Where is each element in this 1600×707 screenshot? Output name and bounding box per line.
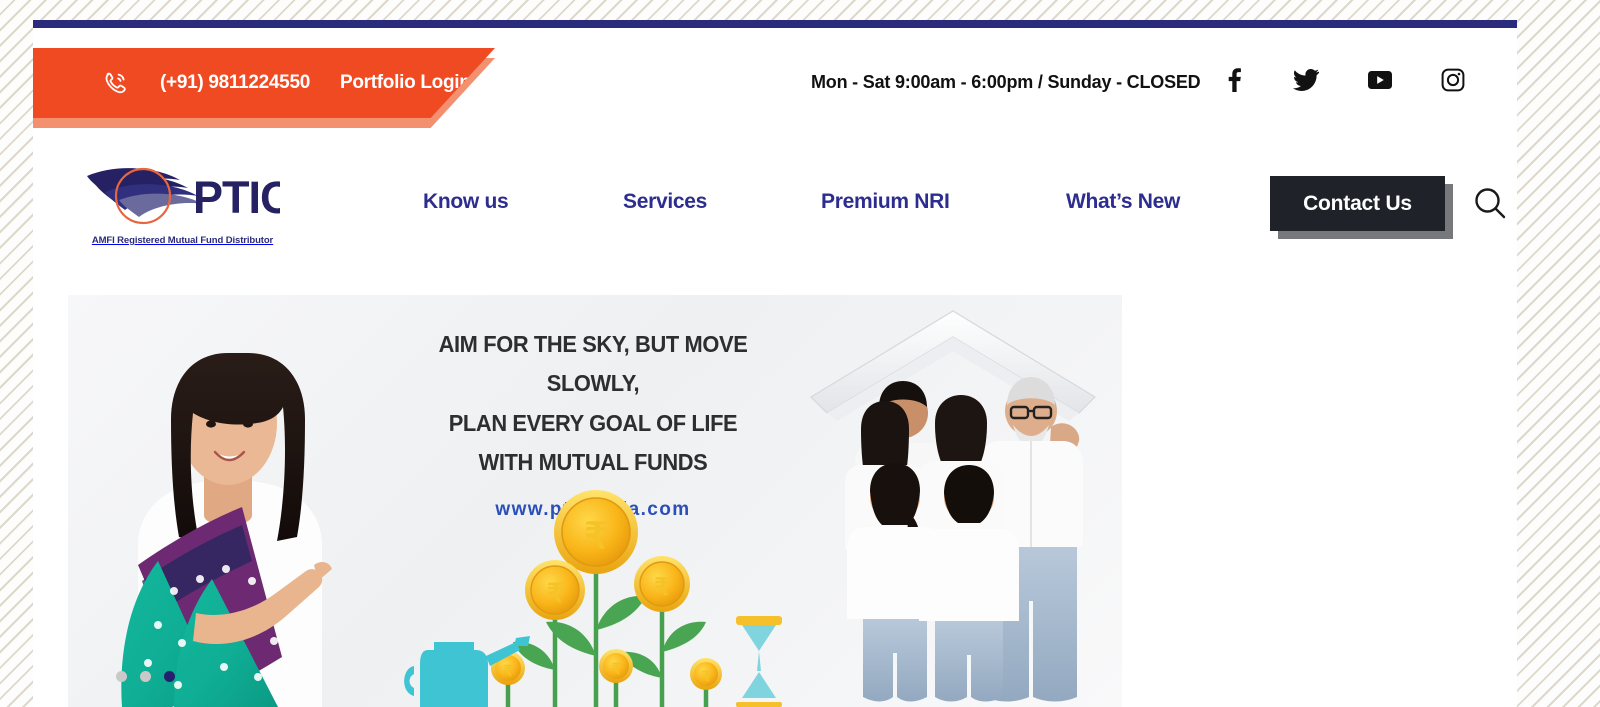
facebook-icon[interactable]	[1223, 68, 1245, 92]
site-header: PTIC AMFI Registered Mutual Fund Distrib…	[33, 133, 1517, 293]
money-plant-illustration: ₹ ₹ ₹ ₹ ₹ ₹	[404, 490, 782, 707]
instagram-icon[interactable]	[1441, 68, 1465, 92]
social-links	[1223, 68, 1465, 92]
carousel-dot-3[interactable]	[164, 671, 175, 682]
top-accent-bar	[33, 20, 1517, 28]
carousel-dot-1[interactable]	[116, 671, 127, 682]
site-logo[interactable]: PTIC AMFI Registered Mutual Fund Distrib…	[85, 158, 280, 246]
hourglass-icon	[736, 616, 782, 707]
business-hours: Mon - Sat 9:00am - 6:00pm / Sunday - CLO…	[811, 72, 1201, 92]
phone-ring-icon	[100, 68, 130, 98]
svg-text:₹: ₹	[611, 661, 621, 678]
nav-item-whats-new[interactable]: What’s New	[1066, 190, 1241, 214]
contact-banner: (+91) 9811224550 Portfolio Login	[33, 48, 495, 118]
hero-carousel: AIM FOR THE SKY, BUT MOVE SLOWLY, PLAN E…	[68, 295, 1122, 707]
contact-us-button[interactable]: Contact Us	[1270, 176, 1445, 231]
youtube-icon[interactable]	[1367, 69, 1393, 91]
phone-number[interactable]: (+91) 9811224550	[160, 72, 310, 94]
carousel-dots	[116, 671, 175, 682]
svg-text:₹: ₹	[585, 515, 608, 556]
svg-text:₹: ₹	[547, 578, 564, 608]
hero-headline-line2: PLAN EVERY GOAL OF LIFE	[448, 409, 738, 436]
svg-text:₹: ₹	[654, 574, 669, 601]
svg-text:PTIC: PTIC	[193, 172, 280, 223]
ptic-logo-mark: PTIC	[87, 167, 280, 225]
logo-tagline: AMFI Registered Mutual Fund Distributor	[91, 235, 274, 246]
twitter-icon[interactable]	[1293, 69, 1319, 91]
nav-item-premium-nri[interactable]: Premium NRI	[821, 190, 1066, 214]
hero-family-image	[810, 310, 1096, 702]
carousel-dot-2[interactable]	[140, 671, 151, 682]
hero-woman-image	[121, 353, 332, 707]
hero-headline-line3: WITH MUTUAL FUNDS	[478, 449, 708, 476]
hero-headline-line1: AIM FOR THE SKY, BUT MOVE SLOWLY,	[438, 331, 748, 397]
nav-item-services[interactable]: Services	[623, 190, 821, 214]
nav-item-know-us[interactable]: Know us	[423, 190, 623, 214]
svg-text:₹: ₹	[702, 668, 711, 684]
utility-bar: (+91) 9811224550 Portfolio Login Mon - S…	[33, 28, 1517, 133]
site-canvas: (+91) 9811224550 Portfolio Login Mon - S…	[33, 28, 1517, 707]
search-button[interactable]	[1470, 183, 1510, 223]
contact-us-wrapper: Contact Us	[1270, 176, 1453, 239]
primary-nav: Know us Services Premium NRI What’s New	[423, 190, 1241, 214]
portfolio-login-link[interactable]: Portfolio Login	[340, 72, 471, 94]
svg-text:₹: ₹	[503, 663, 513, 680]
